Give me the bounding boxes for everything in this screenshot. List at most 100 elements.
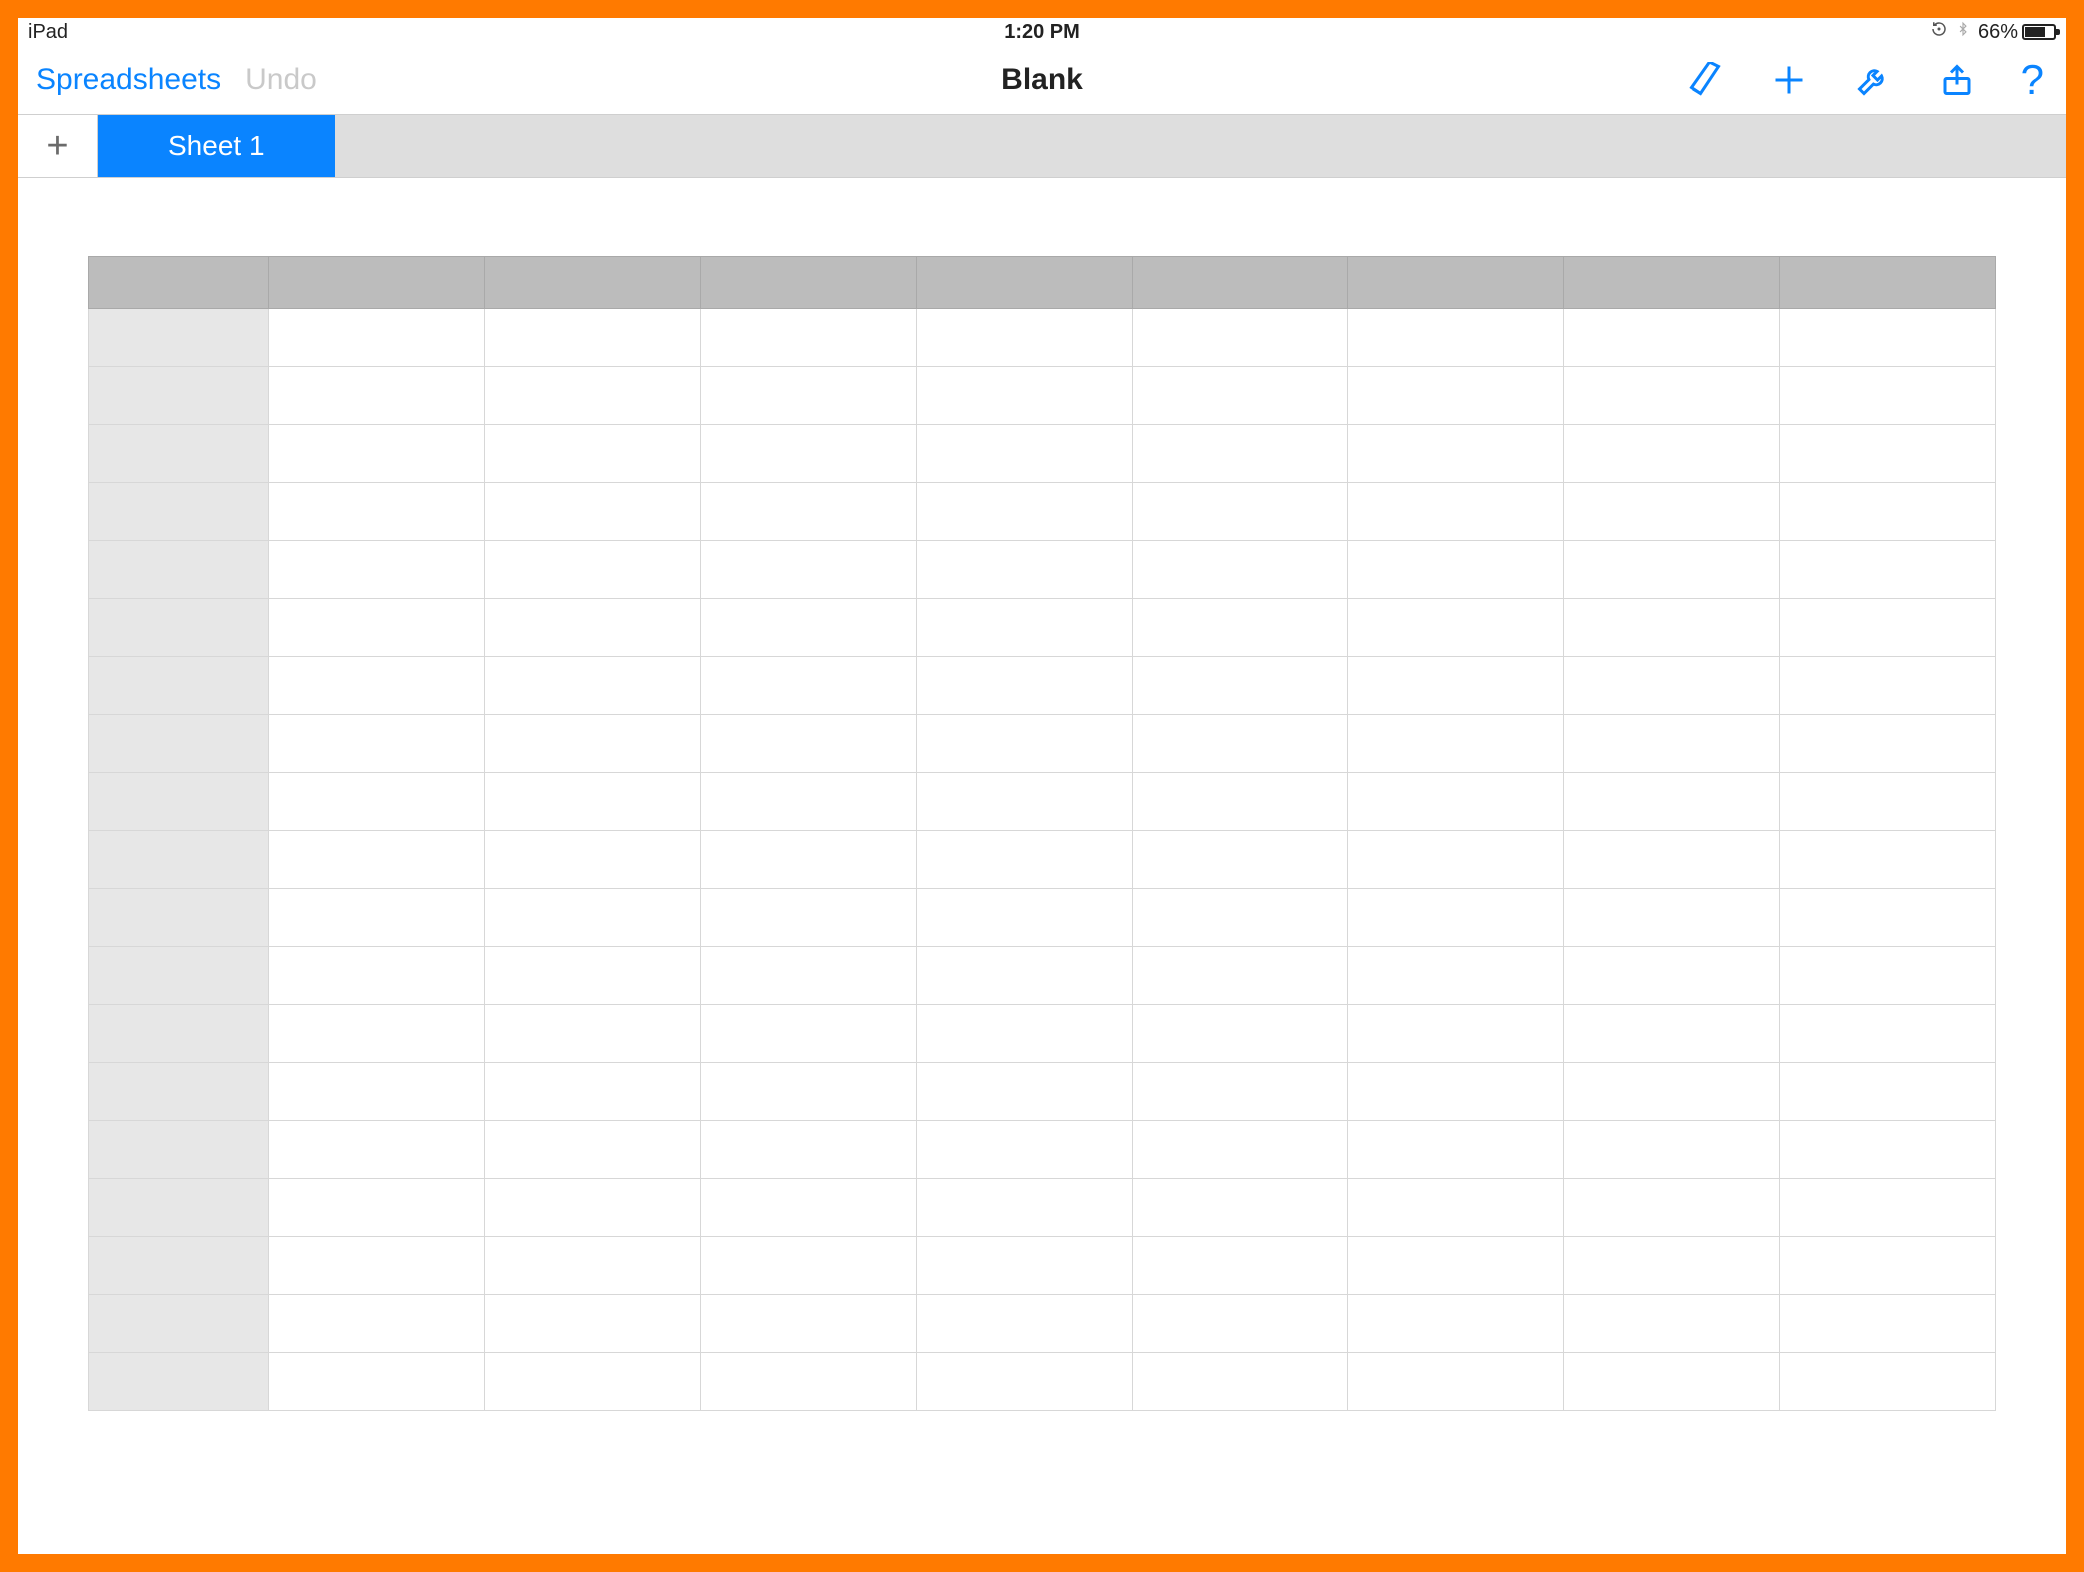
- cell[interactable]: [700, 1179, 916, 1237]
- cell[interactable]: [1348, 657, 1564, 715]
- cell[interactable]: [1780, 1179, 1996, 1237]
- cell[interactable]: [916, 1121, 1132, 1179]
- row-header[interactable]: [89, 889, 269, 947]
- cell[interactable]: [1132, 889, 1348, 947]
- cell[interactable]: [1132, 1179, 1348, 1237]
- cell[interactable]: [916, 773, 1132, 831]
- cell[interactable]: [1564, 1179, 1780, 1237]
- column-header[interactable]: [269, 257, 485, 309]
- cell[interactable]: [700, 715, 916, 773]
- cell[interactable]: [1348, 773, 1564, 831]
- row-header[interactable]: [89, 541, 269, 599]
- spreadsheets-back-button[interactable]: Spreadsheets: [36, 63, 221, 97]
- cell[interactable]: [1564, 657, 1780, 715]
- row-header[interactable]: [89, 1295, 269, 1353]
- cell[interactable]: [1780, 715, 1996, 773]
- cell[interactable]: [1780, 657, 1996, 715]
- cell[interactable]: [1132, 947, 1348, 1005]
- cell[interactable]: [1564, 715, 1780, 773]
- cell[interactable]: [1564, 483, 1780, 541]
- cell[interactable]: [1132, 599, 1348, 657]
- add-icon[interactable]: [1769, 60, 1809, 100]
- cell[interactable]: [1780, 1295, 1996, 1353]
- cell[interactable]: [916, 599, 1132, 657]
- cell[interactable]: [484, 1005, 700, 1063]
- cell[interactable]: [700, 483, 916, 541]
- cell[interactable]: [269, 947, 485, 1005]
- column-header[interactable]: [1780, 257, 1996, 309]
- cell[interactable]: [700, 1005, 916, 1063]
- cell[interactable]: [1132, 425, 1348, 483]
- add-sheet-button[interactable]: +: [18, 115, 98, 177]
- column-header[interactable]: [1564, 257, 1780, 309]
- row-header[interactable]: [89, 657, 269, 715]
- cell[interactable]: [700, 1237, 916, 1295]
- cell[interactable]: [269, 1353, 485, 1411]
- cell[interactable]: [916, 1353, 1132, 1411]
- cell[interactable]: [1564, 599, 1780, 657]
- cell[interactable]: [269, 599, 485, 657]
- cell[interactable]: [1348, 1237, 1564, 1295]
- row-header[interactable]: [89, 1005, 269, 1063]
- cell[interactable]: [269, 831, 485, 889]
- cell[interactable]: [1564, 889, 1780, 947]
- sheet-tab-active[interactable]: Sheet 1: [98, 115, 335, 177]
- cell[interactable]: [1564, 1237, 1780, 1295]
- cell[interactable]: [1132, 657, 1348, 715]
- cell[interactable]: [1780, 425, 1996, 483]
- row-header[interactable]: [89, 1179, 269, 1237]
- cell[interactable]: [1780, 541, 1996, 599]
- cell[interactable]: [484, 483, 700, 541]
- cell[interactable]: [1348, 1121, 1564, 1179]
- grid-corner-cell[interactable]: [89, 257, 269, 309]
- row-header[interactable]: [89, 715, 269, 773]
- cell[interactable]: [1564, 1295, 1780, 1353]
- row-header[interactable]: [89, 1121, 269, 1179]
- cell[interactable]: [916, 425, 1132, 483]
- cell[interactable]: [916, 889, 1132, 947]
- cell[interactable]: [700, 831, 916, 889]
- column-header[interactable]: [1132, 257, 1348, 309]
- cell[interactable]: [484, 1179, 700, 1237]
- help-icon[interactable]: ?: [2021, 59, 2044, 101]
- cell[interactable]: [484, 715, 700, 773]
- cell[interactable]: [1132, 1295, 1348, 1353]
- column-header[interactable]: [1348, 257, 1564, 309]
- cell[interactable]: [1348, 889, 1564, 947]
- cell[interactable]: [1780, 1121, 1996, 1179]
- cell[interactable]: [1348, 541, 1564, 599]
- cell[interactable]: [916, 947, 1132, 1005]
- cell[interactable]: [1564, 773, 1780, 831]
- cell[interactable]: [700, 1295, 916, 1353]
- cell[interactable]: [1132, 1005, 1348, 1063]
- cell[interactable]: [269, 657, 485, 715]
- cell[interactable]: [700, 889, 916, 947]
- cell[interactable]: [700, 599, 916, 657]
- cell[interactable]: [1564, 541, 1780, 599]
- cell[interactable]: [269, 715, 485, 773]
- cell[interactable]: [269, 1179, 485, 1237]
- row-header[interactable]: [89, 599, 269, 657]
- tools-wrench-icon[interactable]: [1853, 60, 1893, 100]
- document-title[interactable]: Blank: [1001, 63, 1083, 97]
- row-header[interactable]: [89, 425, 269, 483]
- row-header[interactable]: [89, 831, 269, 889]
- cell[interactable]: [1348, 483, 1564, 541]
- cell[interactable]: [269, 773, 485, 831]
- cell[interactable]: [700, 947, 916, 1005]
- cell[interactable]: [916, 657, 1132, 715]
- cell[interactable]: [269, 483, 485, 541]
- cell[interactable]: [269, 1121, 485, 1179]
- row-header[interactable]: [89, 773, 269, 831]
- cell[interactable]: [484, 425, 700, 483]
- cell[interactable]: [1564, 367, 1780, 425]
- cell[interactable]: [700, 367, 916, 425]
- cell[interactable]: [484, 947, 700, 1005]
- cell[interactable]: [1780, 947, 1996, 1005]
- cell[interactable]: [1348, 947, 1564, 1005]
- cell[interactable]: [1132, 1121, 1348, 1179]
- cell[interactable]: [1564, 947, 1780, 1005]
- row-header[interactable]: [89, 367, 269, 425]
- spreadsheet-canvas[interactable]: [18, 178, 2066, 1554]
- cell[interactable]: [916, 831, 1132, 889]
